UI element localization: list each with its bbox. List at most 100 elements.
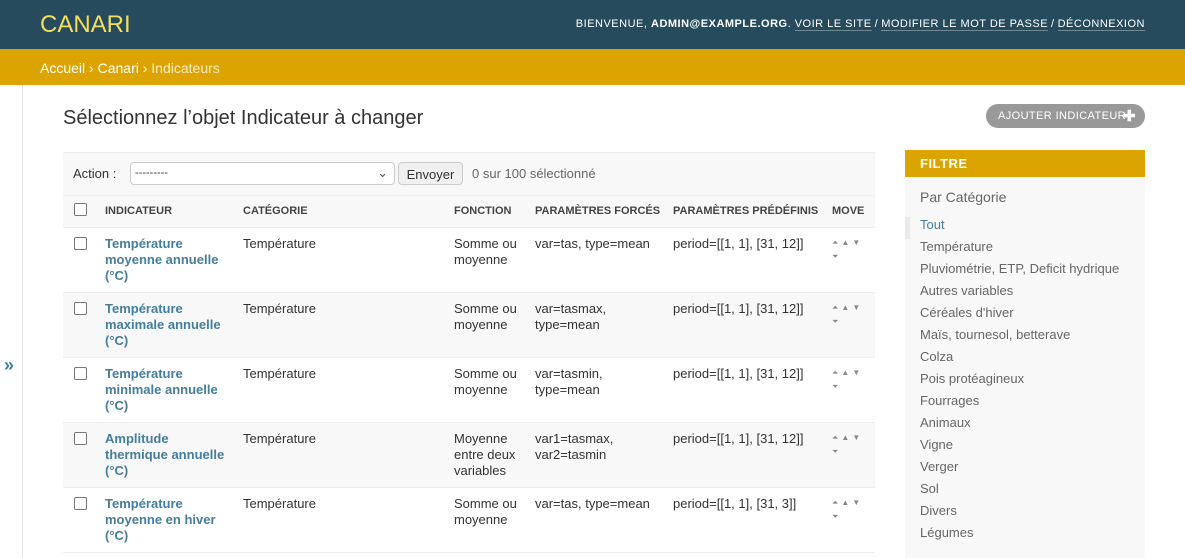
forces-line: var=tas, type=mean [535,495,650,511]
predefined-params-cell: period=[[1, 1], [31, 12]] [673,357,832,423]
filter-item[interactable]: Céréales d'hiver [905,305,1145,327]
move-to-bottom-icon[interactable]: ⏷ [832,510,838,524]
filter-item[interactable]: Verger [905,459,1145,481]
indicateur-line: (°C) [105,462,129,478]
move-down-icon[interactable]: ▼ [852,431,860,445]
table-header-row: Indicateur Catégorie Fonction Paramètres… [63,196,875,228]
filter-item[interactable]: Autres variables [905,283,1145,305]
indicator-cell: Température moyenne annuelle (°C) [105,227,243,293]
indicateur-line: (°C) [105,332,129,348]
row-checkbox[interactable] [74,496,87,510]
filter-item[interactable]: Sol [905,481,1145,503]
table-body: Température moyenne annuelle (°C) Températu… [63,227,875,553]
move-to-bottom-icon[interactable]: ⏷ [832,380,838,394]
indicator-cell: Température moyenne en hiver (°C) [105,487,243,553]
row-checkbox[interactable] [74,236,87,250]
move-up-icon[interactable]: ▲ [841,236,849,250]
indicator-link[interactable]: Température minimale annuelle (°C) [105,366,243,414]
add-indicator-button[interactable]: Ajouter indicateur ✚ [986,104,1145,128]
indicator-link[interactable]: Amplitude thermique annuelle (°C) [105,431,243,479]
column-header-parametres-predefinis[interactable]: Paramètres prédéfinis [673,196,832,228]
select-all-checkbox[interactable] [74,203,87,217]
double-chevron-right-icon[interactable]: » [4,355,14,376]
row-select-cell [63,487,105,553]
move-down-icon[interactable]: ▼ [852,496,860,510]
move-to-top-icon[interactable]: ⏶ [832,496,838,510]
indicateur-line: moyenne en hiver [105,511,216,527]
indicator-cell: Température maximale annuelle (°C) [105,292,243,358]
filter-item[interactable]: Température [905,239,1145,261]
move-to-bottom-icon[interactable]: ⏷ [832,250,838,264]
site-brand[interactable]: CANARI [40,11,131,39]
row-checkbox[interactable] [74,431,87,445]
table-row: Température moyenne annuelle (°C) Températu… [63,227,875,293]
column-header-categorie[interactable]: Catégorie [243,196,454,228]
indicateur-line: Température [105,300,183,316]
action-select-value: --------- [135,167,168,179]
filter-item[interactable]: Tout [905,217,1145,239]
move-up-icon[interactable]: ▲ [841,301,849,315]
table-row: Amplitude thermique annuelle (°C) Températu… [63,422,875,488]
filter-item[interactable]: Fourrages [905,393,1145,415]
filter-item[interactable]: Divers [905,503,1145,525]
logout-link[interactable]: Déconnexion [1057,18,1145,31]
change-password-link[interactable]: Modifier le mot de passe [881,18,1049,31]
function-cell: Somme ou moyenne [454,487,535,553]
move-to-bottom-icon[interactable]: ⏷ [832,445,838,459]
move-up-icon[interactable]: ▲ [841,431,849,445]
filter-item[interactable]: Pluviométrie, ETP, Deficit hydrique [905,261,1145,283]
nav-sidebar-toggle[interactable]: » [0,85,23,558]
filter-title: Filtre [905,150,1145,177]
user-tools: Bienvenue, admin@example.org. Voir le si… [575,18,1145,31]
breadcrumb-app[interactable]: Canari [98,60,139,76]
filter-item[interactable]: Légumes [905,525,1145,547]
indicator-link[interactable]: Température moyenne en hiver (°C) [105,496,243,544]
category-cell: Température [243,292,454,358]
table-row: Température maximale annuelle (°C) Températ… [63,292,875,358]
move-to-top-icon[interactable]: ⏶ [832,236,838,250]
add-button-label: Ajouter indicateur [998,110,1127,122]
filter-item[interactable]: Animaux [905,415,1145,437]
move-to-top-icon[interactable]: ⏶ [832,366,838,380]
view-site-link[interactable]: Voir le site [794,18,872,31]
move-down-icon[interactable]: ▼ [852,236,860,250]
indicateur-line: Température [105,235,183,251]
action-select[interactable]: --------- ⌄ [130,162,395,185]
indicateur-line: maximale annuelle [105,316,221,332]
row-select-cell [63,357,105,423]
breadcrumb-home[interactable]: Accueil [40,60,85,76]
predefined-params-cell: period=[[1, 1], [31, 12]] [673,227,832,293]
indicator-cell: Température minimale annuelle (°C) [105,357,243,423]
move-up-icon[interactable]: ▲ [841,366,849,380]
forces-line: var2=tasmin [535,446,607,462]
row-checkbox[interactable] [74,366,87,380]
column-header-indicateur[interactable]: Indicateur [105,196,243,228]
move-up-icon[interactable]: ▲ [841,496,849,510]
table-row: Température minimale annuelle (°C) Températ… [63,357,875,423]
filter-item[interactable]: Colza [905,349,1145,371]
fonction-line: Somme ou [454,235,517,251]
forced-params-cell: var1=tasmax, var2=tasmin [535,422,673,488]
move-to-bottom-icon[interactable]: ⏷ [832,315,838,329]
indicator-link[interactable]: Température maximale annuelle (°C) [105,301,243,349]
function-cell: Moyenne entre deux variables [454,422,535,488]
filter-item[interactable]: Vigne [905,437,1145,459]
user-email: admin@example.org [651,18,788,30]
move-down-icon[interactable]: ▼ [852,366,860,380]
move-to-top-icon[interactable]: ⏶ [832,301,838,315]
run-action-button[interactable]: Envoyer [398,162,463,185]
move-to-top-icon[interactable]: ⏶ [832,431,838,445]
category-cell: Température [243,227,454,293]
indicator-link[interactable]: Température moyenne annuelle (°C) [105,236,243,284]
filter-item[interactable]: Maïs, tournesol, betterave [905,327,1145,349]
row-checkbox[interactable] [74,301,87,315]
column-header-fonction[interactable]: Fonction [454,196,535,228]
move-down-icon[interactable]: ▼ [852,301,860,315]
indicateur-line: (°C) [105,527,129,543]
forces-line: type=mean [535,381,600,397]
fonction-line: Somme ou [454,300,517,316]
filter-item[interactable]: Pois protéagineux [905,371,1145,393]
column-header-parametres-forces[interactable]: Paramètres forcés [535,196,673,228]
fonction-line: entre deux [454,446,516,462]
forced-params-cell: var=tas, type=mean [535,487,673,553]
